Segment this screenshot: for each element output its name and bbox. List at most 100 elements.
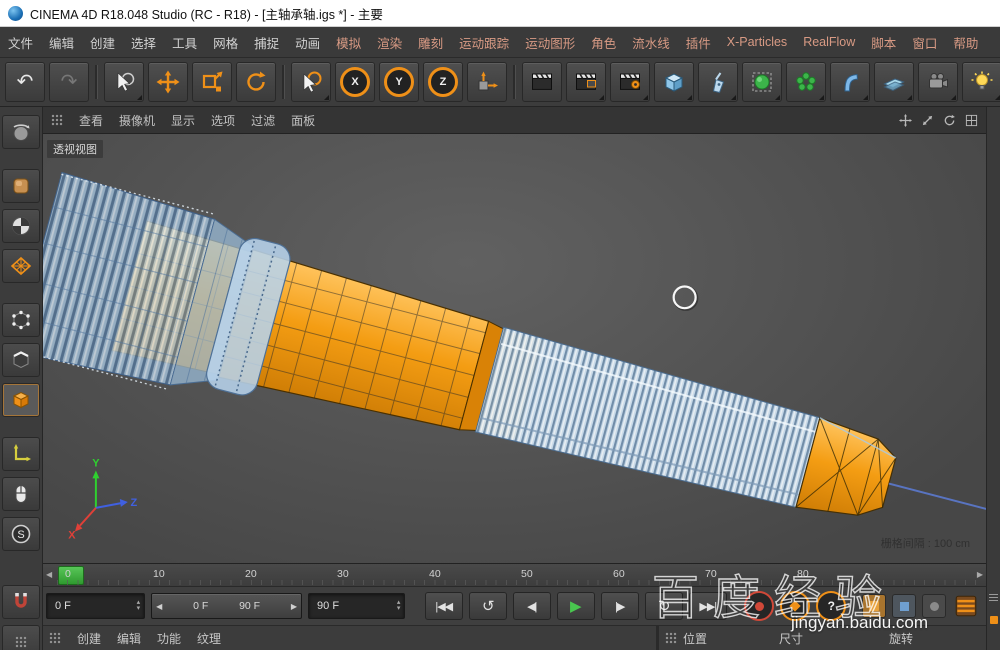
- ruler-left-arrow-icon[interactable]: ◀: [46, 570, 52, 579]
- viewport-navigation-button[interactable]: [2, 477, 40, 511]
- camera-button[interactable]: [918, 62, 958, 102]
- camera-icon: [926, 70, 950, 94]
- menu-item-realflow[interactable]: RealFlow: [803, 35, 855, 49]
- goto-start-button[interactable]: |◀◀: [425, 592, 463, 620]
- array-generator-button[interactable]: [786, 62, 826, 102]
- range-right-arrow-icon: ▶: [291, 602, 297, 611]
- menu-item-xparticles[interactable]: X-Particles: [727, 35, 787, 49]
- menu-item-simulate[interactable]: 模拟: [336, 33, 361, 52]
- undo-button[interactable]: ↶: [5, 62, 45, 102]
- subdivision-surface-button[interactable]: [742, 62, 782, 102]
- snap-settings-button[interactable]: S: [2, 517, 40, 551]
- menu-item-render[interactable]: 渲染: [377, 33, 402, 52]
- vp-menu-options[interactable]: 选项: [211, 112, 235, 129]
- menu-item-snap[interactable]: 捕捉: [254, 33, 279, 52]
- sidebar-grip[interactable]: [2, 625, 40, 650]
- convert-object-button[interactable]: [2, 115, 40, 149]
- vp-menu-view[interactable]: 查看: [79, 112, 103, 129]
- pan-view-icon[interactable]: [899, 114, 912, 127]
- play-button[interactable]: ▶: [557, 592, 595, 620]
- record-rotation-toggle[interactable]: [922, 594, 946, 618]
- menu-item-edit[interactable]: 编辑: [49, 33, 74, 52]
- live-selection-button[interactable]: [104, 62, 144, 102]
- redo-button[interactable]: ↷: [49, 62, 89, 102]
- menu-item-mograph[interactable]: 运动图形: [525, 33, 575, 52]
- menu-item-pipeline[interactable]: 流水线: [632, 33, 670, 52]
- record-keyframe-button[interactable]: [744, 591, 774, 621]
- menu-item-file[interactable]: 文件: [8, 33, 33, 52]
- menu-item-sculpt[interactable]: 雕刻: [418, 33, 443, 52]
- lock-y-axis-button[interactable]: Y: [379, 62, 419, 102]
- materials-menu-edit[interactable]: 编辑: [117, 630, 141, 647]
- toggle-views-icon[interactable]: [965, 114, 978, 127]
- keyframe-selection-button[interactable]: ?: [816, 591, 846, 621]
- spline-pen-button[interactable]: [698, 62, 738, 102]
- last-used-tool-button[interactable]: [291, 62, 331, 102]
- materials-menu-texture[interactable]: 纹理: [197, 630, 221, 647]
- menu-item-help[interactable]: 帮助: [953, 33, 978, 52]
- timeline-options-button[interactable]: [952, 592, 980, 620]
- record-position-toggle[interactable]: [862, 594, 886, 618]
- render-view-button[interactable]: [522, 62, 562, 102]
- goto-end-button[interactable]: ▶▶|: [689, 592, 727, 620]
- enable-axis-button[interactable]: [2, 437, 40, 471]
- deformer-button[interactable]: [830, 62, 870, 102]
- grip-dots-icon: [665, 632, 677, 644]
- prev-frame-button[interactable]: ◀|: [513, 592, 551, 620]
- frame-spinner[interactable]: ▴▾: [135, 600, 143, 612]
- vp-menu-camera[interactable]: 摄像机: [119, 112, 155, 129]
- menu-item-script[interactable]: 脚本: [871, 33, 896, 52]
- menu-item-mesh[interactable]: 网格: [213, 33, 238, 52]
- edge-mode-button[interactable]: [2, 343, 40, 377]
- coordinate-system-button[interactable]: [467, 62, 507, 102]
- materials-menu-create[interactable]: 创建: [77, 630, 101, 647]
- menu-item-tools[interactable]: 工具: [172, 33, 197, 52]
- scale-tool-button[interactable]: [192, 62, 232, 102]
- menu-item-character[interactable]: 角色: [591, 33, 616, 52]
- frame-spinner[interactable]: ▴▾: [395, 600, 403, 612]
- zoom-view-icon[interactable]: [921, 114, 934, 127]
- vp-menu-panel[interactable]: 面板: [291, 112, 315, 129]
- points-mode-button[interactable]: [2, 303, 40, 337]
- materials-menu-function[interactable]: 功能: [157, 630, 181, 647]
- lock-z-axis-button[interactable]: Z: [423, 62, 463, 102]
- convert-object-icon: [9, 120, 33, 144]
- add-primitive-button[interactable]: [654, 62, 694, 102]
- model-mode-button[interactable]: [2, 169, 40, 203]
- ruler-right-arrow-icon[interactable]: ▶: [977, 570, 983, 579]
- menu-item-window[interactable]: 窗口: [912, 33, 937, 52]
- next-key-button[interactable]: ↻: [645, 592, 683, 620]
- playhead-marker[interactable]: [58, 566, 84, 585]
- current-frame-field[interactable]: 0 F ▴▾: [46, 593, 145, 619]
- next-frame-button[interactable]: |▶: [601, 592, 639, 620]
- render-clapper-icon: [530, 70, 554, 94]
- menu-item-create[interactable]: 创建: [90, 33, 115, 52]
- light-button[interactable]: [962, 62, 1000, 102]
- polygon-mode-button[interactable]: [2, 383, 40, 417]
- lock-x-axis-button[interactable]: X: [335, 62, 375, 102]
- rotate-tool-button[interactable]: [236, 62, 276, 102]
- menu-item-select[interactable]: 选择: [131, 33, 156, 52]
- viewport-canvas[interactable]: Y Z X 透视视图 栅格间隔 : 100 cm: [43, 134, 986, 564]
- prev-key-button[interactable]: ↺: [469, 592, 507, 620]
- timeline-ruler[interactable]: ◀ 0 10 20 30 40 50 60 70 80 ▶: [43, 564, 986, 587]
- render-settings-button[interactable]: [610, 62, 650, 102]
- panel-orange-icon: [990, 616, 998, 624]
- frame-range-slider[interactable]: ◀ 0 F 90 F ▶: [151, 593, 302, 619]
- end-frame-field[interactable]: 90 F ▴▾: [308, 593, 405, 619]
- menu-item-plugins[interactable]: 插件: [686, 33, 711, 52]
- move-tool-button[interactable]: [148, 62, 188, 102]
- record-scale-toggle[interactable]: [892, 594, 916, 618]
- magnet-snap-button[interactable]: [2, 585, 40, 619]
- vp-menu-filter[interactable]: 过滤: [251, 112, 275, 129]
- autokey-button[interactable]: [780, 591, 810, 621]
- rotate-view-icon[interactable]: [943, 114, 956, 127]
- right-panel-strip[interactable]: [986, 107, 1000, 650]
- vp-menu-display[interactable]: 显示: [171, 112, 195, 129]
- texture-mode-button[interactable]: [2, 209, 40, 243]
- menu-item-motion-tracker[interactable]: 运动跟踪: [459, 33, 509, 52]
- workplane-mode-button[interactable]: [2, 249, 40, 283]
- floor-environment-button[interactable]: [874, 62, 914, 102]
- menu-item-animate[interactable]: 动画: [295, 33, 320, 52]
- render-picture-viewer-button[interactable]: [566, 62, 606, 102]
